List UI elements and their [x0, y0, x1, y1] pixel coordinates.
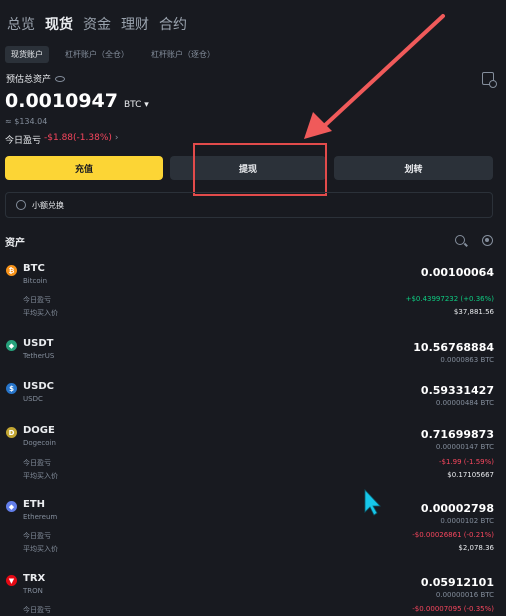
- balance-value: 0.0010947: [5, 90, 118, 112]
- mouse-cursor-icon: [364, 488, 381, 516]
- transfer-button[interactable]: 划转: [334, 156, 493, 180]
- history-icon[interactable]: [482, 72, 497, 88]
- eye-icon[interactable]: [55, 75, 66, 82]
- exchange-icon: [16, 200, 26, 210]
- search-icon[interactable]: [455, 235, 465, 245]
- subtab-margin-isolated[interactable]: 杠杆账户（逐仓）: [145, 46, 221, 63]
- tron-icon: ▼: [6, 575, 17, 586]
- tab-overview[interactable]: 总览: [7, 14, 35, 34]
- today-pnl-value: -$1.88(-1.38%): [44, 133, 112, 143]
- unit-selector[interactable]: BTC ▾: [124, 100, 149, 110]
- assets-title: 资产: [5, 238, 25, 249]
- chevron-right-icon: ›: [114, 133, 119, 143]
- tab-futures[interactable]: 合约: [159, 14, 187, 34]
- today-pnl[interactable]: 今日盈亏 -$1.88(-1.38%) ›: [5, 133, 119, 146]
- tab-spot[interactable]: 现货: [45, 14, 73, 34]
- bitcoin-icon: ₿: [6, 265, 17, 276]
- dogecoin-icon: D: [6, 427, 17, 438]
- subtab-margin-cross[interactable]: 杠杆账户（全仓）: [59, 46, 135, 63]
- tab-earn[interactable]: 理财: [121, 14, 149, 34]
- tether-icon: ◆: [6, 340, 17, 351]
- annotation-highlight-box: [193, 143, 327, 196]
- settings-icon[interactable]: [482, 235, 493, 246]
- tab-funding[interactable]: 资金: [83, 14, 111, 34]
- subtab-spot-account[interactable]: 现货账户: [5, 46, 49, 63]
- balance-usd: ≈ $134.04: [5, 117, 48, 126]
- deposit-button[interactable]: 充值: [5, 156, 163, 180]
- top-tabs: 总览 现货 资金 理财 合约: [7, 14, 187, 34]
- ethereum-icon: ◆: [6, 501, 17, 512]
- usdc-icon: $: [6, 383, 17, 394]
- account-sub-tabs: 现货账户 杠杆账户（全仓） 杠杆账户（逐仓）: [5, 46, 221, 63]
- balance-display: 0.0010947 BTC ▾: [5, 90, 149, 112]
- small-exchange-button[interactable]: 小额兑换: [5, 192, 493, 218]
- estimated-balance-label: 预估总资产: [6, 72, 66, 85]
